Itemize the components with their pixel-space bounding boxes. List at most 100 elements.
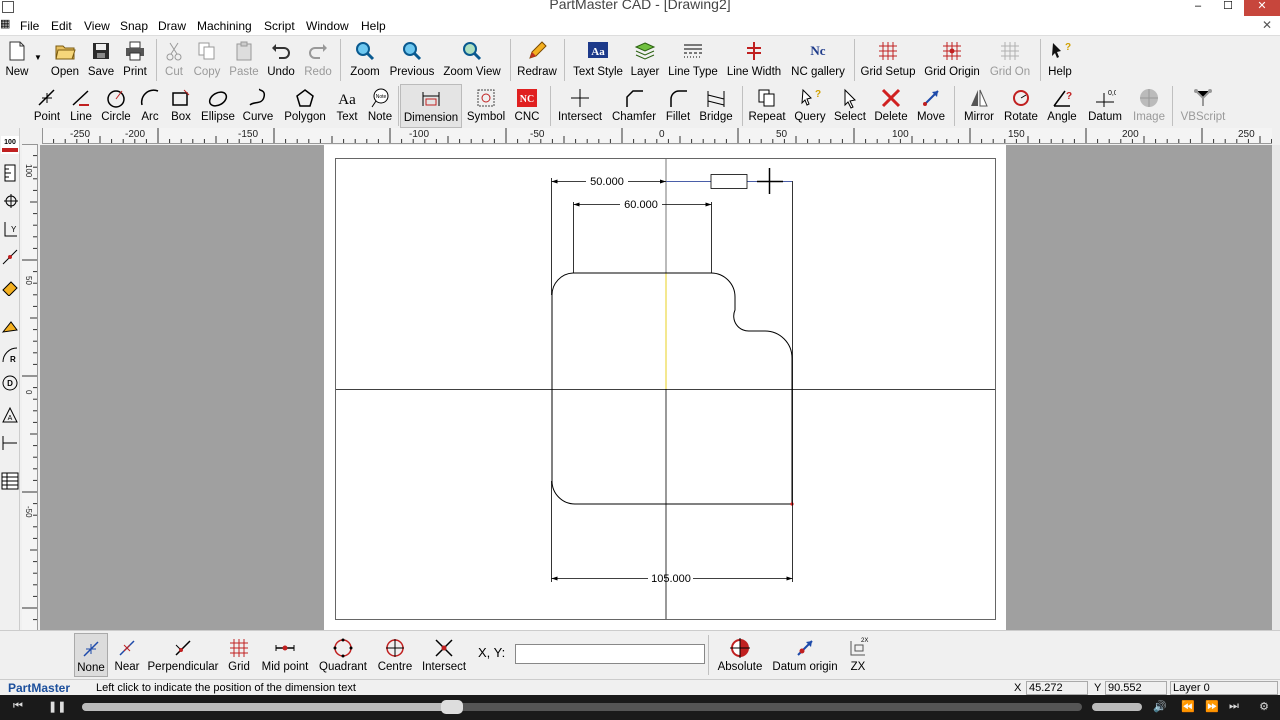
minimize-button[interactable]: – — [1185, 0, 1211, 16]
help-button[interactable]: ? Help — [1046, 37, 1074, 81]
nc-gallery-icon: Nc — [810, 43, 825, 58]
vertical-ruler-icon[interactable] — [1, 164, 19, 182]
point-icon — [38, 89, 55, 106]
menu-draw[interactable]: Draw — [158, 19, 186, 33]
rotate-icon — [1013, 90, 1029, 106]
grid-on-button[interactable]: Grid On — [990, 37, 1030, 81]
undo-icon — [272, 44, 290, 59]
fast-forward-icon[interactable]: ⏩ — [1204, 700, 1220, 714]
svg-text:R: R — [10, 355, 16, 364]
menu-script[interactable]: Script — [264, 19, 295, 33]
eraser-icon[interactable] — [1, 278, 19, 296]
menu-snap[interactable]: Snap — [120, 19, 148, 33]
leader-icon[interactable] — [1, 434, 19, 452]
radius-icon[interactable]: R — [1, 346, 19, 364]
grid-origin-icon — [943, 42, 961, 60]
menu-view[interactable]: View — [84, 19, 110, 33]
snap-line-icon[interactable] — [1, 248, 19, 266]
redraw-button[interactable]: Redraw — [517, 37, 557, 81]
image-tool[interactable]: Image — [1132, 84, 1166, 128]
settings-icon[interactable]: ⚙ — [1256, 700, 1272, 714]
snap-intersect-button[interactable]: Intersect — [422, 633, 466, 677]
svg-text:Aa: Aa — [591, 46, 605, 58]
video-progress-thumb[interactable] — [441, 700, 463, 714]
curve-icon — [249, 88, 266, 106]
volume-slider[interactable] — [1092, 703, 1142, 711]
snap-near-icon — [119, 640, 135, 656]
cnc-tool[interactable]: NC CNC — [512, 84, 542, 128]
ruler-label: 50 — [776, 129, 788, 140]
new-dropdown-arrow-icon[interactable]: ▼ — [34, 53, 42, 62]
drawing-svg[interactable]: 60.000 50.000 105.000 — [324, 145, 1006, 630]
status-bar: PartMaster Left click to indicate the po… — [0, 679, 1280, 695]
skip-back-icon[interactable]: ⏮ — [10, 700, 26, 714]
layers-icon — [634, 42, 656, 60]
folder-open-icon — [55, 45, 76, 60]
xy-coordinate-input[interactable] — [515, 644, 705, 664]
axis-y-icon[interactable]: Y — [1, 220, 19, 238]
drawing-sheet[interactable]: 60.000 50.000 105.000 — [324, 145, 1006, 630]
menu-window[interactable]: Window — [306, 19, 349, 33]
maximize-button[interactable]: ☐ — [1215, 0, 1241, 16]
zx-plane-button[interactable]: 2X ZX — [844, 633, 872, 677]
repeat-icon — [758, 89, 775, 107]
snap-centre-icon — [386, 639, 404, 657]
angle-dim-icon[interactable]: A — [1, 406, 19, 424]
box-icon — [172, 89, 190, 106]
grid-on-icon — [1001, 42, 1019, 60]
snap-perpendicular-icon — [175, 640, 191, 656]
vbscript-tool[interactable]: VBScript — [1181, 84, 1225, 128]
main-toolbar: New ▼ Open Save Print Cut Copy Paste Und… — [0, 37, 1280, 83]
close-button[interactable]: ✕ — [1244, 0, 1280, 16]
volume-icon[interactable]: 🔊 — [1152, 700, 1168, 714]
mirror-icon — [971, 89, 988, 107]
nc-gallery-button[interactable]: Nc NC gallery — [791, 37, 845, 81]
status-x-value: 45.272 — [1026, 681, 1088, 695]
pause-icon[interactable]: ❚❚ — [48, 700, 66, 714]
horizontal-ruler: -250 -200 -150 -100 -50 0 50 100 150 200… — [42, 128, 1272, 144]
menu-help[interactable]: Help — [361, 19, 386, 33]
copy-icon — [198, 42, 215, 60]
video-progress-track[interactable] — [82, 700, 1082, 714]
diameter-icon[interactable]: D — [1, 374, 19, 392]
menu-file[interactable]: File — [20, 19, 39, 33]
menu-machining[interactable]: Machining — [197, 19, 252, 33]
mdi-close-button[interactable]: ✕ — [1262, 18, 1272, 32]
skip-forward-icon[interactable]: ⏭ — [1226, 700, 1242, 714]
part-outline[interactable] — [551, 272, 793, 505]
dimension-105[interactable]: 105.000 — [551, 181, 793, 585]
datum-icon: 0,0 — [1096, 90, 1116, 107]
menu-edit[interactable]: Edit — [51, 19, 72, 33]
zoom-view-button[interactable]: Zoom View — [443, 37, 501, 81]
text-icon: Aa — [338, 92, 356, 108]
bridge-tool[interactable]: Bridge — [699, 84, 733, 128]
dimension-text-105: 105.000 — [651, 573, 691, 585]
image-icon — [1140, 89, 1158, 107]
video-progress-fill — [82, 703, 452, 711]
snap-none-icon — [83, 641, 99, 657]
draw-toolbar: Point Line Circle Arc Box Ellipse Curve — [0, 84, 1280, 128]
dimension-text-60: 60.000 — [624, 199, 658, 211]
mdi-doc-icon[interactable]: ▦ — [0, 17, 10, 30]
rewind-icon[interactable]: ⏪ — [1180, 700, 1196, 714]
ruler-label: -200 — [125, 129, 145, 140]
vertical-scrollbar[interactable] — [1272, 145, 1280, 630]
svg-text:?: ? — [1066, 91, 1072, 102]
crosshair-x-icon[interactable] — [1, 192, 19, 210]
ruler-label: 0 — [659, 129, 665, 140]
new-button[interactable]: New — [2, 37, 32, 81]
svg-text:2X: 2X — [861, 638, 868, 644]
dimension-text-50: 50.000 — [590, 176, 624, 188]
svg-text:Y: Y — [11, 225, 17, 234]
fill-icon[interactable] — [1, 318, 19, 336]
dimension-60[interactable]: 60.000 — [573, 199, 712, 273]
crosshair-cursor — [757, 168, 783, 194]
table-icon[interactable] — [1, 472, 19, 490]
dimension-50-active[interactable]: 50.000 — [551, 174, 793, 296]
scale-100-icon[interactable]: 100 — [1, 136, 19, 154]
line-icon — [72, 90, 89, 106]
selected-endpoint-marker — [790, 502, 794, 506]
vertical-ruler: 100 50 0 -50 — [22, 144, 38, 630]
ruler-label: -150 — [238, 129, 258, 140]
status-y-value: 90.552 — [1105, 681, 1167, 695]
